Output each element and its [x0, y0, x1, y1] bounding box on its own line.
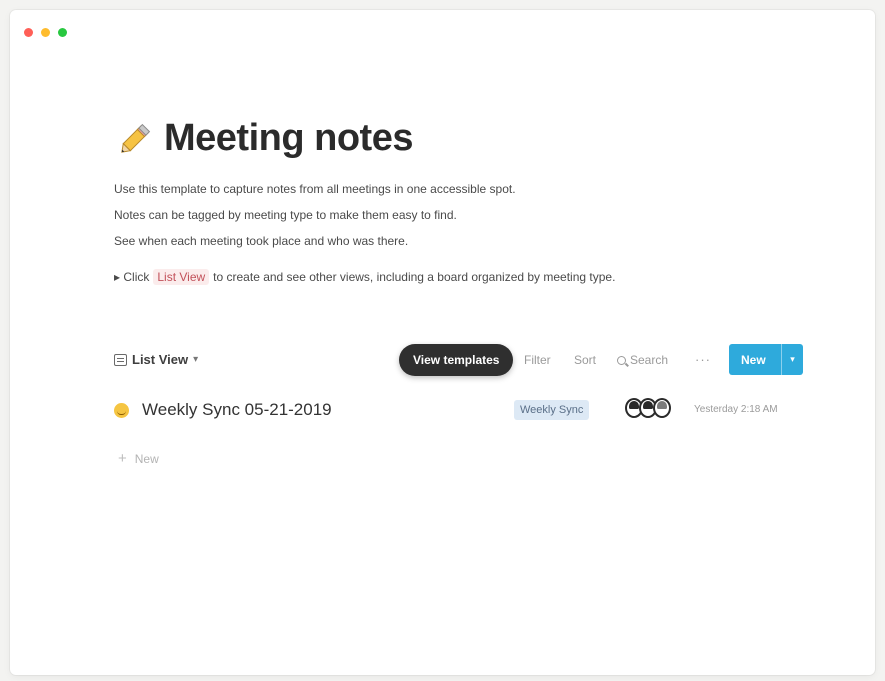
search-label: Search	[630, 353, 669, 367]
sort-button[interactable]: Sort	[574, 353, 596, 367]
search-button[interactable]: Search	[617, 353, 668, 367]
view-templates-tooltip: View templates	[399, 344, 514, 376]
zoom-window-button[interactable]	[58, 28, 67, 37]
minimize-window-button[interactable]	[41, 28, 50, 37]
chevron-down-icon: ▾	[193, 354, 199, 365]
page-description: Use this template to capture notes from …	[114, 176, 804, 254]
list-view-icon	[114, 353, 127, 366]
page-title[interactable]: Meeting notes	[164, 117, 413, 160]
smiley-icon	[114, 403, 129, 418]
search-icon	[617, 355, 626, 365]
app-window: Meeting notes Use this template to captu…	[10, 10, 875, 675]
plus-icon: +	[118, 450, 127, 467]
add-new-label: New	[134, 451, 159, 466]
pencil-icon[interactable]	[114, 116, 158, 160]
add-new-row-button[interactable]: + New	[118, 450, 159, 467]
chevron-down-icon[interactable]: ▾	[782, 354, 803, 365]
more-options-button[interactable]: ···	[695, 352, 711, 367]
description-line: See when each meeting took place and who…	[114, 234, 409, 248]
new-button[interactable]: New ▾	[729, 344, 803, 375]
list-item[interactable]: Weekly Sync 05-21-2019 Weekly Sync Yeste…	[114, 398, 804, 424]
filter-button[interactable]: Filter	[524, 353, 551, 367]
avatar	[653, 398, 671, 418]
close-window-button[interactable]	[24, 28, 33, 37]
attendees	[625, 398, 671, 418]
tip-suffix: to create and see other views, including…	[213, 270, 616, 284]
list-view-link[interactable]: List View	[153, 269, 210, 285]
description-line: Use this template to capture notes from …	[114, 182, 516, 196]
description-line: Notes can be tagged by meeting type to m…	[114, 208, 457, 222]
page-content: Meeting notes Use this template to captu…	[114, 110, 804, 467]
view-selector-label: List View	[132, 352, 189, 367]
tip-callout: ▸ Click List View to create and see othe…	[114, 269, 804, 285]
view-selector[interactable]: List View ▾	[114, 352, 198, 367]
meeting-type-tag: Weekly Sync	[514, 400, 590, 420]
page-header: Meeting notes	[114, 110, 804, 166]
new-button-label: New	[741, 352, 766, 367]
window-controls	[24, 28, 67, 37]
database-toolbar: List View ▾ View templates Filter Sort S…	[114, 344, 804, 376]
created-date: Yesterday 2:18 AM	[694, 404, 778, 415]
list-item-title[interactable]: Weekly Sync 05-21-2019	[142, 400, 332, 420]
tip-prefix: ▸ Click	[114, 270, 150, 284]
